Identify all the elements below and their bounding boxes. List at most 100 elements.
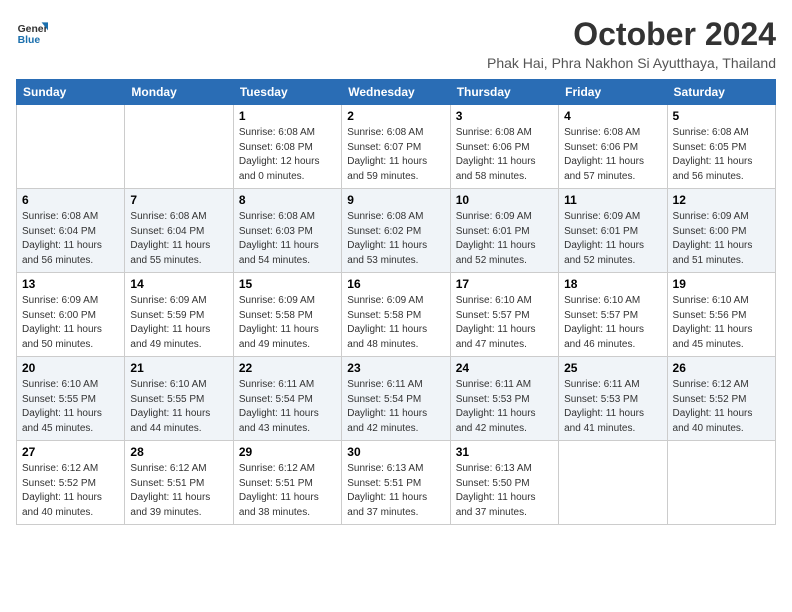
calendar-table: SundayMondayTuesdayWednesdayThursdayFrid… <box>16 79 776 525</box>
day-number: 21 <box>130 361 227 375</box>
day-number: 17 <box>456 277 553 291</box>
day-number: 5 <box>673 109 770 123</box>
calendar-header: SundayMondayTuesdayWednesdayThursdayFrid… <box>17 80 776 105</box>
day-number: 7 <box>130 193 227 207</box>
calendar-cell: 13 Sunrise: 6:09 AM Sunset: 6:00 PM Dayli… <box>17 273 125 357</box>
header-cell-monday: Monday <box>125 80 233 105</box>
calendar-cell: 9 Sunrise: 6:08 AM Sunset: 6:02 PM Daylig… <box>342 189 450 273</box>
calendar-cell: 10 Sunrise: 6:09 AM Sunset: 6:01 PM Dayli… <box>450 189 558 273</box>
day-info: Sunrise: 6:10 AM Sunset: 5:57 PM Dayligh… <box>456 294 553 352</box>
day-number: 31 <box>456 445 553 459</box>
location-title: Phak Hai, Phra Nakhon Si Ayutthaya, Thai… <box>487 55 776 71</box>
day-number: 4 <box>564 109 661 123</box>
day-info: Sunrise: 6:08 AM Sunset: 6:07 PM Dayligh… <box>347 126 444 184</box>
calendar-cell: 28Sunrise: 6:12 AM Sunset: 5:51 PM Dayli… <box>125 441 233 525</box>
day-number: 3 <box>456 109 553 123</box>
day-info: Sunrise: 6:10 AM Sunset: 5:55 PM Dayligh… <box>130 378 227 436</box>
day-info: Sunrise: 6:12 AM Sunset: 5:52 PM Dayligh… <box>22 462 119 520</box>
header-cell-tuesday: Tuesday <box>233 80 341 105</box>
day-number: 14 <box>130 277 227 291</box>
day-number: 20 <box>22 361 119 375</box>
day-info: Sunrise: 6:08 AM Sunset: 6:04 PM Dayligh… <box>130 210 227 268</box>
day-info: Sunrise: 6:09 AM Sunset: 5:58 PM Dayligh… <box>347 294 444 352</box>
day-info: Sunrise: 6:08 AM Sunset: 6:03 PM Dayligh… <box>239 210 336 268</box>
svg-text:Blue: Blue <box>18 35 41 46</box>
calendar-cell: 26 Sunrise: 6:12 AM Sunset: 5:52 PM Dayli… <box>667 357 775 441</box>
calendar-cell: 12 Sunrise: 6:09 AM Sunset: 6:00 PM Dayli… <box>667 189 775 273</box>
day-number: 24 <box>456 361 553 375</box>
calendar-cell <box>667 441 775 525</box>
week-row-4: 20 Sunrise: 6:10 AM Sunset: 5:55 PM Dayli… <box>17 357 776 441</box>
calendar-cell <box>559 441 667 525</box>
calendar-cell: 29Sunrise: 6:12 AM Sunset: 5:51 PM Dayli… <box>233 441 341 525</box>
header-cell-thursday: Thursday <box>450 80 558 105</box>
day-info: Sunrise: 6:12 AM Sunset: 5:51 PM Dayligh… <box>239 462 336 520</box>
day-info: Sunrise: 6:09 AM Sunset: 5:58 PM Dayligh… <box>239 294 336 352</box>
day-info: Sunrise: 6:09 AM Sunset: 6:00 PM Dayligh… <box>673 210 770 268</box>
day-number: 18 <box>564 277 661 291</box>
calendar-cell: 23 Sunrise: 6:11 AM Sunset: 5:54 PM Dayli… <box>342 357 450 441</box>
day-number: 22 <box>239 361 336 375</box>
week-row-2: 6Sunrise: 6:08 AM Sunset: 6:04 PM Daylig… <box>17 189 776 273</box>
day-info: Sunrise: 6:08 AM Sunset: 6:05 PM Dayligh… <box>673 126 770 184</box>
day-info: Sunrise: 6:10 AM Sunset: 5:57 PM Dayligh… <box>564 294 661 352</box>
calendar-cell: 8 Sunrise: 6:08 AM Sunset: 6:03 PM Daylig… <box>233 189 341 273</box>
header-cell-wednesday: Wednesday <box>342 80 450 105</box>
calendar-cell: 2 Sunrise: 6:08 AM Sunset: 6:07 PM Daylig… <box>342 105 450 189</box>
calendar-cell: 25Sunrise: 6:11 AM Sunset: 5:53 PM Dayli… <box>559 357 667 441</box>
day-info: Sunrise: 6:08 AM Sunset: 6:06 PM Dayligh… <box>564 126 661 184</box>
day-info: Sunrise: 6:09 AM Sunset: 6:00 PM Dayligh… <box>22 294 119 352</box>
calendar-cell: 5 Sunrise: 6:08 AM Sunset: 6:05 PM Daylig… <box>667 105 775 189</box>
day-info: Sunrise: 6:11 AM Sunset: 5:54 PM Dayligh… <box>239 378 336 436</box>
day-number: 8 <box>239 193 336 207</box>
day-number: 11 <box>564 193 661 207</box>
day-number: 12 <box>673 193 770 207</box>
day-number: 25 <box>564 361 661 375</box>
day-number: 10 <box>456 193 553 207</box>
day-info: Sunrise: 6:11 AM Sunset: 5:53 PM Dayligh… <box>456 378 553 436</box>
calendar-cell: 18 Sunrise: 6:10 AM Sunset: 5:57 PM Dayli… <box>559 273 667 357</box>
day-number: 2 <box>347 109 444 123</box>
calendar-cell: 19Sunrise: 6:10 AM Sunset: 5:56 PM Dayli… <box>667 273 775 357</box>
logo: General Blue <box>16 16 48 48</box>
week-row-3: 13 Sunrise: 6:09 AM Sunset: 6:00 PM Dayli… <box>17 273 776 357</box>
week-row-1: 1 Sunrise: 6:08 AM Sunset: 6:08 PM Daylig… <box>17 105 776 189</box>
day-number: 9 <box>347 193 444 207</box>
calendar-cell: 21 Sunrise: 6:10 AM Sunset: 5:55 PM Dayli… <box>125 357 233 441</box>
calendar-cell: 4 Sunrise: 6:08 AM Sunset: 6:06 PM Daylig… <box>559 105 667 189</box>
day-number: 1 <box>239 109 336 123</box>
header-cell-sunday: Sunday <box>17 80 125 105</box>
day-info: Sunrise: 6:10 AM Sunset: 5:56 PM Dayligh… <box>673 294 770 352</box>
day-info: Sunrise: 6:08 AM Sunset: 6:08 PM Dayligh… <box>239 126 336 184</box>
day-info: Sunrise: 6:09 AM Sunset: 6:01 PM Dayligh… <box>456 210 553 268</box>
header-cell-friday: Friday <box>559 80 667 105</box>
day-info: Sunrise: 6:08 AM Sunset: 6:06 PM Dayligh… <box>456 126 553 184</box>
header: General Blue October 2024 Phak Hai, Phra… <box>16 16 776 71</box>
calendar-cell: 31Sunrise: 6:13 AM Sunset: 5:50 PM Dayli… <box>450 441 558 525</box>
calendar-cell: 22 Sunrise: 6:11 AM Sunset: 5:54 PM Dayli… <box>233 357 341 441</box>
day-info: Sunrise: 6:11 AM Sunset: 5:54 PM Dayligh… <box>347 378 444 436</box>
day-number: 23 <box>347 361 444 375</box>
day-number: 30 <box>347 445 444 459</box>
day-number: 26 <box>673 361 770 375</box>
calendar-cell: 7 Sunrise: 6:08 AM Sunset: 6:04 PM Daylig… <box>125 189 233 273</box>
day-number: 13 <box>22 277 119 291</box>
day-info: Sunrise: 6:09 AM Sunset: 6:01 PM Dayligh… <box>564 210 661 268</box>
calendar-cell: 16Sunrise: 6:09 AM Sunset: 5:58 PM Dayli… <box>342 273 450 357</box>
day-info: Sunrise: 6:08 AM Sunset: 6:04 PM Dayligh… <box>22 210 119 268</box>
calendar-cell: 1 Sunrise: 6:08 AM Sunset: 6:08 PM Daylig… <box>233 105 341 189</box>
day-info: Sunrise: 6:08 AM Sunset: 6:02 PM Dayligh… <box>347 210 444 268</box>
calendar-cell: 27 Sunrise: 6:12 AM Sunset: 5:52 PM Dayli… <box>17 441 125 525</box>
title-area: October 2024 Phak Hai, Phra Nakhon Si Ay… <box>487 16 776 71</box>
day-number: 27 <box>22 445 119 459</box>
calendar-cell: 3 Sunrise: 6:08 AM Sunset: 6:06 PM Daylig… <box>450 105 558 189</box>
calendar-cell <box>17 105 125 189</box>
calendar-cell: 15Sunrise: 6:09 AM Sunset: 5:58 PM Dayli… <box>233 273 341 357</box>
day-info: Sunrise: 6:13 AM Sunset: 5:51 PM Dayligh… <box>347 462 444 520</box>
calendar-body: 1 Sunrise: 6:08 AM Sunset: 6:08 PM Daylig… <box>17 105 776 525</box>
day-info: Sunrise: 6:12 AM Sunset: 5:52 PM Dayligh… <box>673 378 770 436</box>
calendar-cell: 11 Sunrise: 6:09 AM Sunset: 6:01 PM Dayli… <box>559 189 667 273</box>
calendar-cell: 20Sunrise: 6:10 AM Sunset: 5:55 PM Dayli… <box>17 357 125 441</box>
calendar-cell: 24 Sunrise: 6:11 AM Sunset: 5:53 PM Dayli… <box>450 357 558 441</box>
month-title: October 2024 <box>487 16 776 53</box>
